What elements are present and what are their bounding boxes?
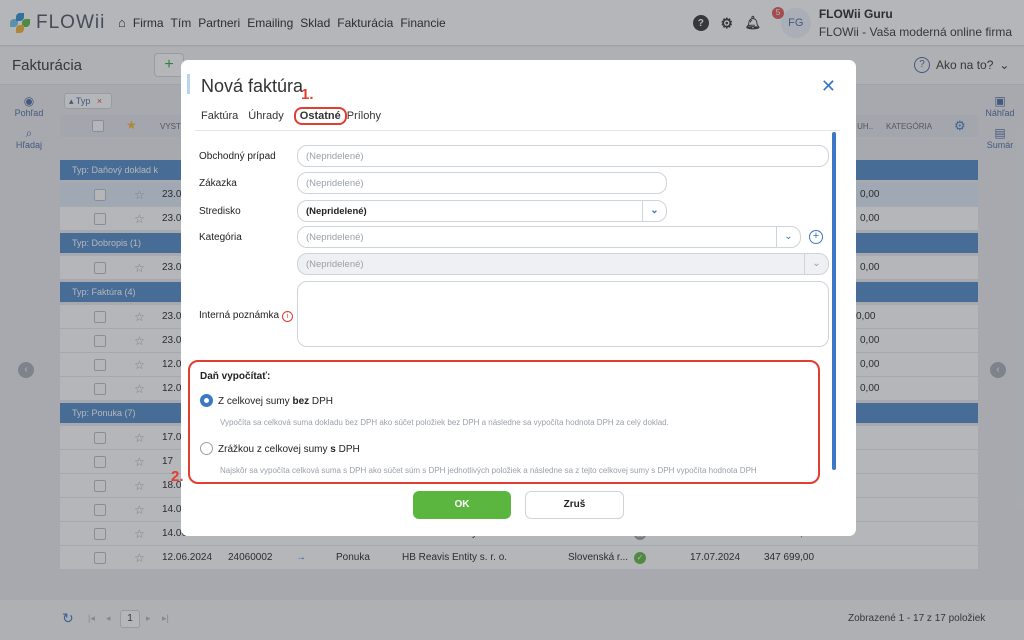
category-select-value: (Nepridelené): [306, 232, 364, 243]
tax-heading: Daň vypočítať:: [200, 371, 271, 382]
tax-calculation-section: Daň vypočítať: Z celkovej sumy bez DPH V…: [188, 360, 820, 484]
center-label: Stredisko: [199, 206, 241, 217]
close-icon[interactable]: ✕: [821, 76, 836, 97]
business-case-field[interactable]: (Nepridelené): [297, 145, 829, 167]
category-select[interactable]: (Nepridelené) ⌄: [297, 226, 801, 248]
annotation-1: 1.: [301, 86, 314, 103]
modal-tabs: Faktúra Úhrady Ostatné Prílohy: [201, 107, 381, 125]
title-accent: [187, 74, 190, 94]
note-textarea[interactable]: [297, 281, 829, 347]
opt2-post: DPH: [335, 444, 360, 455]
chevron-down-icon[interactable]: ⌄: [642, 201, 666, 221]
cancel-button[interactable]: Zruš: [525, 491, 624, 519]
order-field[interactable]: (Nepridelené): [297, 172, 667, 194]
tab-faktura[interactable]: Faktúra: [201, 110, 238, 125]
new-invoice-modal: Nová faktúra ✕ 1. Faktúra Úhrady Ostatné…: [171, 60, 856, 536]
tax-option-without-vat-radio[interactable]: [200, 394, 213, 407]
tabs-divider: [195, 130, 840, 131]
center-select[interactable]: (Nepridelené) ⌄: [297, 200, 667, 222]
ok-button[interactable]: OK: [413, 491, 511, 519]
business-case-label: Obchodný prípad: [199, 151, 276, 162]
center-select-value: (Nepridelené): [306, 206, 367, 217]
modal-scrollbar[interactable]: [832, 132, 836, 470]
note-label-text: Interná poznámka: [199, 310, 280, 321]
opt1-bold: bez: [292, 396, 310, 407]
note-label: Interná poznámka i: [199, 310, 294, 322]
subcategory-select-value: (Nepridelené): [306, 259, 364, 270]
opt1-post: DPH: [309, 396, 334, 407]
modal-title: Nová faktúra: [201, 76, 304, 96]
subcategory-select[interactable]: (Nepridelené) ⌄: [297, 253, 829, 275]
tab-uhrady[interactable]: Úhrady: [248, 110, 283, 125]
tax-option-with-vat-desc: Najskôr sa vypočíta celková suma s DPH a…: [220, 466, 757, 475]
info-icon[interactable]: i: [282, 311, 294, 322]
category-label: Kategória: [199, 232, 242, 243]
chevron-down-icon[interactable]: ⌄: [776, 227, 800, 247]
chevron-down-icon[interactable]: ⌄: [804, 254, 828, 274]
tab-prilohy[interactable]: Prílohy: [347, 110, 381, 125]
add-category-icon[interactable]: +: [809, 230, 823, 244]
opt2-pre: Zrážkou z celkovej sumy: [218, 444, 331, 455]
tax-option-without-vat-label[interactable]: Z celkovej sumy bez DPH: [218, 396, 333, 407]
order-label: Zákazka: [199, 178, 237, 189]
tax-option-with-vat-radio[interactable]: [200, 442, 213, 455]
annotation-2: 2.: [171, 468, 184, 485]
tax-option-without-vat-desc: Vypočíta sa celková suma dokladu bez DPH…: [220, 418, 669, 427]
opt1-pre: Z celkovej sumy: [218, 396, 293, 407]
tax-option-with-vat-label[interactable]: Zrážkou z celkovej sumy s DPH: [218, 444, 360, 455]
tab-ostatne[interactable]: Ostatné: [293, 107, 347, 125]
